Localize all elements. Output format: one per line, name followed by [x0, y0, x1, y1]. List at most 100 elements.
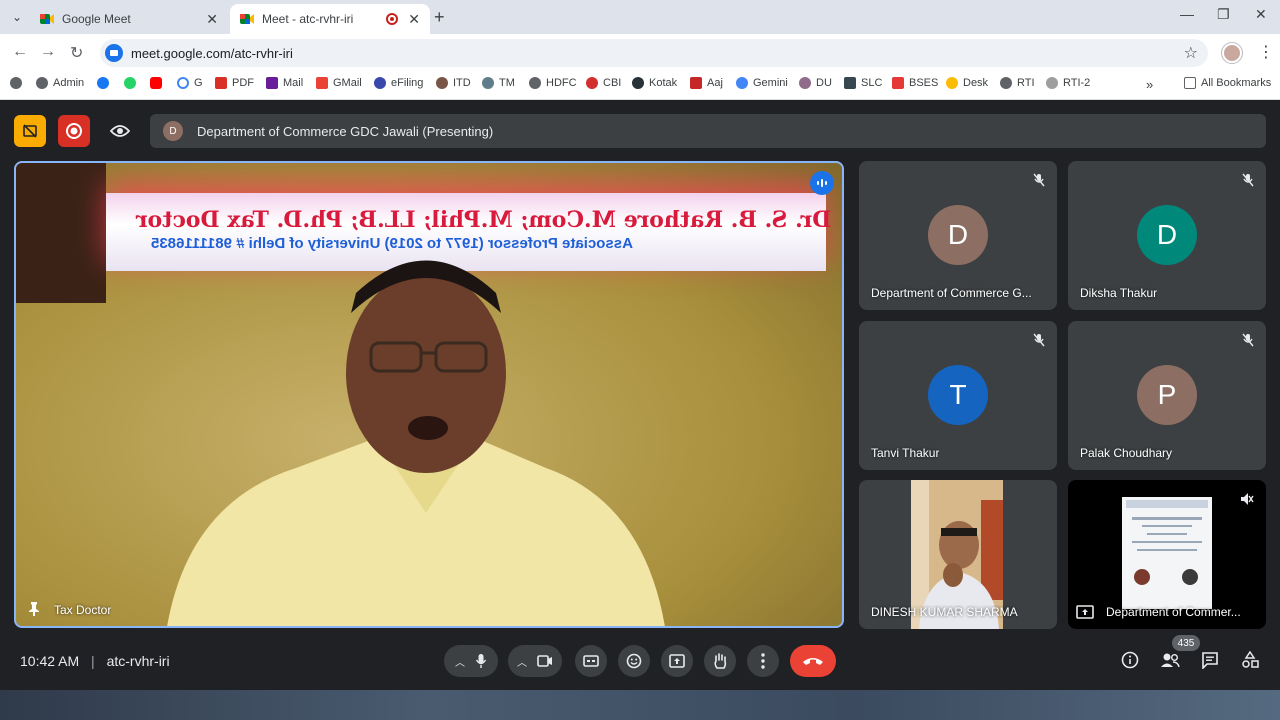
present-now-button[interactable] [661, 645, 693, 677]
google-icon [177, 77, 189, 89]
time-code-separator: | [91, 653, 95, 669]
bookmark-rti-2[interactable]: RTI-2 [1046, 77, 1090, 89]
efiling-icon [374, 77, 386, 89]
meeting-time: 10:42 AM [20, 653, 80, 669]
main-video-tile[interactable]: Dr. S. B. Rathore M.Com; M.Phil; LL.B; P… [14, 161, 844, 628]
recording-indicator-icon [386, 13, 399, 25]
hand-icon [714, 653, 727, 669]
tm-icon [482, 77, 494, 89]
window-close-icon[interactable]: ✕ [1255, 6, 1267, 23]
site-info-icon[interactable] [105, 44, 123, 62]
globe-icon [36, 77, 48, 89]
meeting-code: atc-rvhr-iri [106, 653, 170, 669]
new-tab-icon[interactable]: + [434, 7, 445, 28]
presenting-banner[interactable]: D Department of Commerce GDC Jawali (Pre… [150, 114, 1266, 148]
du-icon [799, 77, 811, 89]
presenting-text: Department of Commerce GDC Jawali (Prese… [197, 123, 494, 139]
tab-google-meet[interactable]: Google Meet ✕ [30, 4, 228, 34]
bookmark-hdfc[interactable]: HDFC [529, 77, 577, 89]
more-options-button[interactable] [747, 645, 779, 677]
captions-off-button[interactable] [14, 115, 46, 147]
people-icon[interactable] [1160, 651, 1180, 669]
bookmark-rti[interactable]: RTI [1000, 77, 1035, 89]
forward-arrow-icon[interactable]: → [40, 43, 56, 61]
back-arrow-icon[interactable]: ← [12, 43, 28, 61]
bookmark-star-icon[interactable]: ☆ [1184, 43, 1198, 63]
speaking-indicator-icon [810, 171, 834, 195]
bookmark-du[interactable]: DU [799, 77, 832, 89]
main-video-label: Tax Doctor [54, 603, 112, 617]
close-tab-icon[interactable]: ✕ [408, 11, 420, 28]
bookmark-pdf[interactable]: PDF [215, 77, 254, 89]
all-bookmarks[interactable]: All Bookmarks [1184, 77, 1271, 89]
participant-name: DINESH KUMAR SHARMA [871, 605, 1018, 619]
activities-icon[interactable] [1241, 651, 1259, 669]
desk-icon [946, 77, 958, 89]
reactions-button[interactable] [618, 645, 650, 677]
bookmark-youtube-icon[interactable] [150, 77, 167, 89]
more-bookmarks-chevron-icon[interactable]: » [1146, 77, 1153, 92]
presentation-tile[interactable]: Department of Commer... [1068, 480, 1266, 629]
bookmark-itd[interactable]: ITD [436, 77, 471, 89]
bookmark-kotak[interactable]: Kotak [632, 77, 677, 89]
more-vert-icon [761, 653, 765, 669]
rti2-icon [1046, 77, 1058, 89]
volume-off-icon [1241, 493, 1254, 505]
address-bar[interactable]: meet.google.com/atc-rvhr-iri ☆ [100, 39, 1208, 67]
bookmark-globe-icon[interactable] [10, 77, 27, 89]
kotak-icon [632, 77, 644, 89]
tab-title: Meet - atc-rvhr-iri [262, 12, 354, 26]
leave-call-button[interactable] [790, 645, 836, 677]
reload-icon[interactable]: ↻ [70, 43, 83, 63]
participant-avatar: D [928, 205, 988, 265]
pin-icon[interactable] [28, 602, 40, 616]
raise-hand-button[interactable] [704, 645, 736, 677]
bookmark-aaj[interactable]: Aaj [690, 77, 723, 89]
bookmark-admin[interactable]: Admin [36, 77, 84, 89]
bookmark-gmail[interactable]: GMail [316, 77, 362, 89]
bookmark-g[interactable]: G [177, 77, 203, 89]
participant-video-tile[interactable]: DINESH KUMAR SHARMA [859, 480, 1057, 629]
captions-button[interactable] [575, 645, 607, 677]
participant-tile[interactable]: T Tanvi Thakur [859, 321, 1057, 470]
bookmark-facebook-icon[interactable] [97, 77, 114, 89]
chat-icon[interactable] [1201, 651, 1219, 669]
signboard-line-2: Associate Professor (1977 to 2019) Unive… [151, 235, 633, 252]
microphone-button-group[interactable]: ︿ [444, 645, 498, 677]
participant-tile[interactable]: P Palak Choudhary [1068, 321, 1266, 470]
tab-meet-active[interactable]: Meet - atc-rvhr-iri ✕ [230, 4, 430, 34]
recording-button[interactable] [58, 115, 90, 147]
bookmark-efiling[interactable]: eFiling [374, 77, 423, 89]
mic-off-icon [1242, 333, 1254, 347]
bookmark-slc[interactable]: SLC [844, 77, 882, 89]
audio-options-chevron-icon[interactable]: ︿ [455, 654, 465, 669]
viewer-eye-button[interactable] [104, 115, 136, 147]
closed-captions-icon [583, 655, 599, 667]
meet-favicon-icon [240, 12, 254, 26]
camera-button-group[interactable]: ︿ [508, 645, 562, 677]
maximize-icon[interactable]: ❐ [1217, 6, 1230, 23]
bookmark-tm[interactable]: TM [482, 77, 515, 89]
browser-menu-icon[interactable]: ⋮ [1258, 42, 1274, 62]
participant-tile[interactable]: D Department of Commerce G... [859, 161, 1057, 310]
profile-avatar[interactable] [1222, 43, 1242, 63]
meeting-info-icon[interactable] [1121, 651, 1139, 669]
mic-off-icon [1033, 333, 1045, 347]
cbi-icon [586, 77, 598, 89]
slc-icon [844, 77, 856, 89]
present-screen-icon [1076, 605, 1094, 619]
present-screen-icon [669, 654, 685, 668]
close-tab-icon[interactable]: ✕ [206, 11, 218, 28]
bookmark-whatsapp-icon[interactable] [124, 77, 141, 89]
url-text: meet.google.com/atc-rvhr-iri [131, 45, 293, 61]
bookmark-gemini[interactable]: Gemini [736, 77, 788, 89]
bookmark-desk[interactable]: Desk [946, 77, 988, 89]
bookmark-cbi[interactable]: CBI [586, 77, 621, 89]
participant-tile[interactable]: D Diksha Thakur [1068, 161, 1266, 310]
video-options-chevron-icon[interactable]: ︿ [517, 654, 527, 669]
desktop-background-strip [0, 690, 1280, 720]
tab-search-chevron-icon[interactable]: ⌄ [6, 6, 28, 28]
bookmark-bses[interactable]: BSES [892, 77, 938, 89]
bookmark-mail[interactable]: Mail [266, 77, 303, 89]
minimize-icon[interactable]: — [1180, 6, 1194, 22]
